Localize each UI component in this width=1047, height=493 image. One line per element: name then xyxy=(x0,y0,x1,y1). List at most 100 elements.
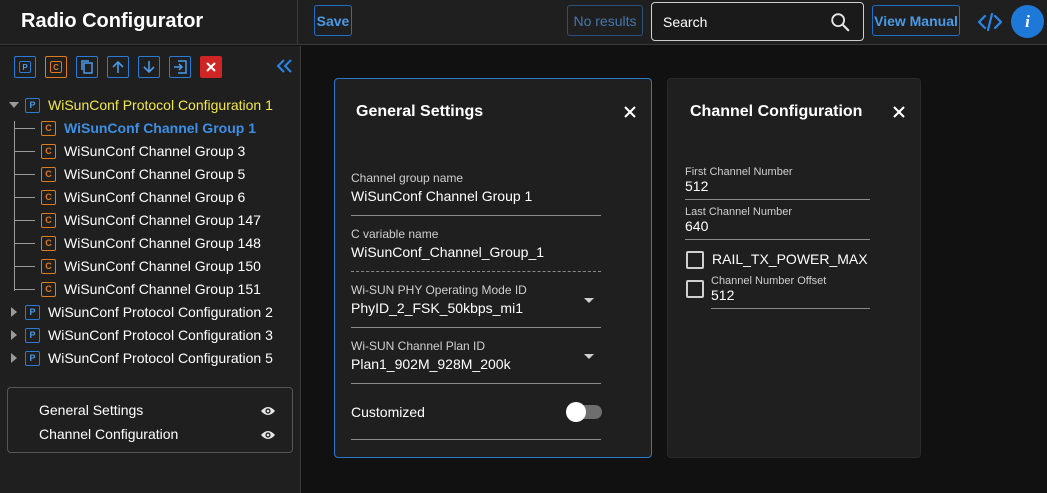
tree-item-label: WiSunConf Channel Group 6 xyxy=(64,189,246,205)
channel-c-icon: C xyxy=(41,281,56,297)
caret-right-icon[interactable] xyxy=(9,330,19,340)
customized-label: Customized xyxy=(351,404,425,420)
copy-button[interactable] xyxy=(76,56,98,78)
code-icon[interactable] xyxy=(977,9,1003,35)
channel-plan-select[interactable]: Plan1_902M_928M_200k xyxy=(351,356,511,372)
caret-right-icon[interactable] xyxy=(9,353,19,363)
tree-item-label: WiSunConf Protocol Configuration 1 xyxy=(48,97,273,113)
tree-item-channel-3[interactable]: C WiSunConf Channel Group 3 xyxy=(41,140,245,162)
tree-item-label: WiSunConf Protocol Configuration 5 xyxy=(48,350,273,366)
tree-item-protocol-1[interactable]: P WiSunConf Protocol Configuration 1 xyxy=(9,94,273,116)
channel-configuration-panel: Channel Configuration First Channel Numb… xyxy=(667,78,921,458)
tree-item-channel-151[interactable]: C WiSunConf Channel Group 151 xyxy=(41,278,261,300)
tree-connector xyxy=(14,197,35,198)
tree-item-label: WiSunConf Protocol Configuration 3 xyxy=(48,327,273,343)
channel-c-icon: C xyxy=(41,166,56,182)
tree-connector xyxy=(14,174,35,175)
tree-item-channel-150[interactable]: C WiSunConf Channel Group 150 xyxy=(41,255,261,277)
tree-item-label: WiSunConf Channel Group 148 xyxy=(64,235,261,251)
tree-item-channel-147[interactable]: C WiSunConf Channel Group 147 xyxy=(41,209,261,231)
c-variable-name-label: C variable name xyxy=(351,227,439,241)
legend-channel-configuration[interactable]: Channel Configuration xyxy=(39,426,178,442)
eye-icon[interactable] xyxy=(260,429,276,441)
field-underline xyxy=(711,308,870,309)
customized-toggle[interactable] xyxy=(566,402,602,422)
protocol-p-icon: P xyxy=(25,350,40,366)
add-channel-button[interactable]: C xyxy=(45,56,67,78)
move-down-button[interactable] xyxy=(138,56,160,78)
eye-icon[interactable] xyxy=(260,405,276,417)
tree-connector xyxy=(14,128,35,129)
tree-item-protocol-3[interactable]: P WiSunConf Protocol Configuration 3 xyxy=(9,324,273,346)
field-underline xyxy=(351,327,601,328)
phy-mode-label: Wi-SUN PHY Operating Mode ID xyxy=(351,283,527,297)
toggle-knob xyxy=(566,402,586,422)
caret-down-icon[interactable] xyxy=(9,100,19,110)
channel-c-icon: C xyxy=(41,258,56,274)
arrow-down-icon xyxy=(143,61,155,74)
tree-item-protocol-2[interactable]: P WiSunConf Protocol Configuration 2 xyxy=(9,301,273,323)
c-variable-name-field[interactable]: WiSunConf_Channel_Group_1 xyxy=(351,244,544,260)
channel-group-name-label: Channel group name xyxy=(351,171,464,185)
chevron-down-icon[interactable] xyxy=(584,354,594,359)
chevron-down-icon[interactable] xyxy=(584,298,594,303)
channel-c-icon: C xyxy=(50,61,62,73)
phy-mode-select[interactable]: PhyID_2_FSK_50kbps_mi1 xyxy=(351,300,523,316)
channel-offset-checkbox[interactable] xyxy=(686,280,704,298)
tree-item-channel-6[interactable]: C WiSunConf Channel Group 6 xyxy=(41,186,245,208)
channel-offset-field[interactable]: 512 xyxy=(711,287,734,303)
no-results-button[interactable]: No results xyxy=(567,5,643,36)
import-icon xyxy=(174,60,187,74)
channel-c-icon: C xyxy=(41,212,56,228)
legend-general-settings[interactable]: General Settings xyxy=(39,402,143,418)
general-settings-panel: General Settings Channel group name WiSu… xyxy=(334,78,652,458)
tree-item-channel-5[interactable]: C WiSunConf Channel Group 5 xyxy=(41,163,245,185)
tree-connector xyxy=(14,289,35,290)
save-button[interactable]: Save xyxy=(314,5,352,36)
tree-item-channel-1[interactable]: C WiSunConf Channel Group 1 xyxy=(41,117,256,139)
tree-item-channel-148[interactable]: C WiSunConf Channel Group 148 xyxy=(41,232,261,254)
tree-item-label: WiSunConf Channel Group 147 xyxy=(64,212,261,228)
add-protocol-button[interactable]: P xyxy=(14,56,36,78)
double-chevron-left-icon[interactable] xyxy=(275,56,295,76)
delete-button[interactable] xyxy=(200,56,222,78)
search-box[interactable] xyxy=(651,2,864,41)
field-underline xyxy=(351,215,601,216)
channel-c-icon: C xyxy=(41,189,56,205)
copy-icon xyxy=(81,60,93,74)
rail-tx-power-label: RAIL_TX_POWER_MAX xyxy=(712,251,868,267)
channel-c-icon: C xyxy=(41,120,56,136)
tree-connector xyxy=(14,220,35,221)
app-title: Radio Configurator xyxy=(21,10,204,32)
app-window: Radio Configurator Save No results View … xyxy=(0,0,1047,493)
tree-connector xyxy=(14,151,35,152)
field-underline xyxy=(351,383,601,384)
tree-item-label: WiSunConf Channel Group 1 xyxy=(64,120,256,136)
field-underline xyxy=(351,271,601,272)
rail-tx-power-checkbox[interactable] xyxy=(686,251,704,269)
sidebar: P C P WiSunConf Protocol Configuration 1… xyxy=(0,46,301,493)
tree-item-label: WiSunConf Channel Group 3 xyxy=(64,143,246,159)
last-channel-label: Last Channel Number xyxy=(685,206,793,218)
close-icon[interactable] xyxy=(623,105,637,119)
info-icon[interactable]: i xyxy=(1011,5,1044,38)
arrow-up-icon xyxy=(112,60,124,73)
protocol-p-icon: P xyxy=(25,97,40,113)
channel-c-icon: C xyxy=(41,235,56,251)
view-manual-button[interactable]: View Manual xyxy=(872,5,960,36)
last-channel-field[interactable]: 640 xyxy=(685,218,708,234)
move-up-button[interactable] xyxy=(107,56,129,78)
search-icon[interactable] xyxy=(829,11,851,33)
tree-item-protocol-5[interactable]: P WiSunConf Protocol Configuration 5 xyxy=(9,347,273,369)
field-underline xyxy=(685,239,870,240)
search-input[interactable] xyxy=(663,12,823,32)
import-button[interactable] xyxy=(169,56,191,78)
channel-group-name-field[interactable]: WiSunConf Channel Group 1 xyxy=(351,188,532,204)
tree-item-label: WiSunConf Channel Group 150 xyxy=(64,258,261,274)
close-icon[interactable] xyxy=(892,105,906,119)
panel-title: General Settings xyxy=(356,103,484,120)
panel-visibility-list: General Settings Channel Configuration xyxy=(7,387,293,453)
first-channel-field[interactable]: 512 xyxy=(685,178,708,194)
first-channel-label: First Channel Number xyxy=(685,166,793,178)
caret-right-icon[interactable] xyxy=(9,307,19,317)
